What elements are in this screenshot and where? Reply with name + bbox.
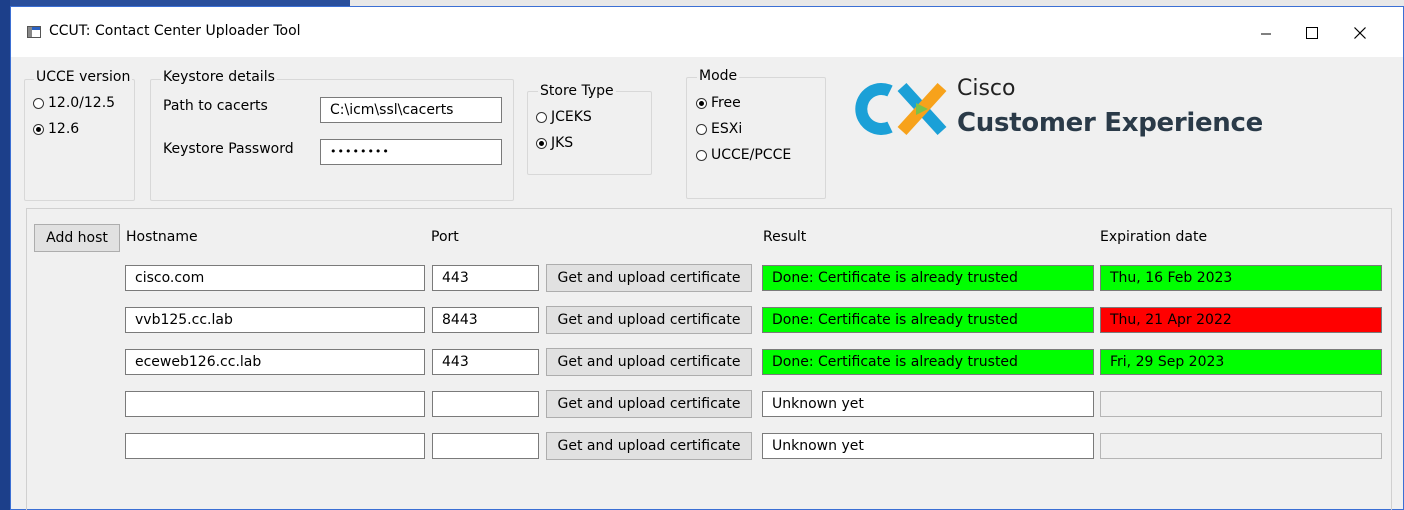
get-and-upload-certificate-button[interactable]: Get and upload certificate (546, 264, 752, 292)
port-input[interactable] (432, 391, 539, 417)
expiration-date-field (1100, 433, 1382, 459)
get-and-upload-certificate-button[interactable]: Get and upload certificate (546, 390, 752, 418)
result-field: Unknown yet (762, 433, 1094, 459)
mode-label: Mode (697, 68, 740, 84)
radio-label: UCCE/PCCE (711, 147, 792, 163)
ucce-version-label: UCCE version (34, 69, 133, 85)
mode-option-ucce-pcce[interactable]: UCCE/PCCE (696, 147, 791, 163)
get-and-upload-certificate-button[interactable]: Get and upload certificate (546, 306, 752, 334)
expiration-date-field: Thu, 16 Feb 2023 (1100, 265, 1382, 291)
result-column-header: Result (763, 229, 807, 245)
maximize-button[interactable] (1289, 17, 1335, 49)
radio-selected-icon (536, 137, 547, 149)
expiration-date-column-header: Expiration date (1100, 229, 1208, 245)
add-host-button[interactable]: Add host (34, 224, 120, 252)
radio-unselected-icon (33, 97, 44, 109)
radio-label: JKS (551, 135, 574, 151)
logo-cisco-text: Cisco (957, 76, 1016, 101)
mode-option-esxi[interactable]: ESXi (696, 121, 742, 137)
hostname-input[interactable] (125, 391, 425, 417)
hostname-input[interactable]: eceweb126.cc.lab (125, 349, 425, 375)
close-button[interactable] (1337, 17, 1383, 49)
cacerts-path-input[interactable]: C:\icm\ssl\cacerts (320, 97, 502, 123)
path-to-cacerts-label: Path to cacerts (163, 98, 268, 114)
hostname-input[interactable]: cisco.com (125, 265, 425, 291)
maximize-icon (1306, 27, 1318, 39)
ucce-version-option-12-0-12-5[interactable]: 12.0/12.5 (33, 95, 115, 111)
expiration-date-field (1100, 391, 1382, 417)
ucce-version-option-12-6[interactable]: 12.6 (33, 121, 79, 137)
store-type-label: Store Type (538, 83, 616, 99)
radio-label: 12.6 (48, 121, 80, 137)
radio-label: Free (711, 95, 741, 111)
keystore-password-label: Keystore Password (163, 141, 294, 157)
hostname-input[interactable]: vvb125.cc.lab (125, 307, 425, 333)
port-input[interactable]: 443 (432, 349, 539, 375)
port-input[interactable]: 8443 (432, 307, 539, 333)
result-field: Done: Certificate is already trusted (762, 307, 1094, 333)
radio-unselected-icon (696, 123, 707, 135)
store-type-group (527, 91, 652, 175)
result-field: Done: Certificate is already trusted (762, 349, 1094, 375)
result-field: Done: Certificate is already trusted (762, 265, 1094, 291)
hostname-column-header: Hostname (126, 229, 198, 245)
minimize-button[interactable] (1243, 17, 1289, 49)
radio-label: 12.0/12.5 (48, 95, 116, 111)
logo-customer-experience-text: Customer Experience (957, 108, 1263, 138)
radio-label: JCEKS (551, 109, 592, 125)
port-input[interactable]: 443 (432, 265, 539, 291)
desktop-background-left (0, 0, 10, 510)
radio-label: ESXi (711, 121, 743, 137)
hostname-input[interactable] (125, 433, 425, 459)
app-window-icon (27, 26, 41, 38)
store-type-option-jks[interactable]: JKS (536, 135, 573, 151)
result-field: Unknown yet (762, 391, 1094, 417)
mode-option-free[interactable]: Free (696, 95, 741, 111)
expiration-date-field: Thu, 21 Apr 2022 (1100, 307, 1382, 333)
minimize-icon (1261, 33, 1271, 35)
radio-unselected-icon (536, 111, 547, 123)
keystore-details-label: Keystore details (161, 69, 277, 85)
port-input[interactable] (432, 433, 539, 459)
window-title: CCUT: Contact Center Uploader Tool (49, 23, 301, 39)
port-column-header: Port (431, 229, 459, 245)
title-bar[interactable]: CCUT: Contact Center Uploader Tool (11, 7, 1403, 57)
close-icon (1354, 27, 1366, 39)
get-and-upload-certificate-button[interactable]: Get and upload certificate (546, 348, 752, 376)
store-type-option-jceks[interactable]: JCEKS (536, 109, 592, 125)
expiration-date-field: Fri, 29 Sep 2023 (1100, 349, 1382, 375)
keystore-password-input[interactable]: •••••••• (320, 139, 502, 165)
get-and-upload-certificate-button[interactable]: Get and upload certificate (546, 432, 752, 460)
radio-selected-icon (33, 123, 44, 135)
radio-unselected-icon (696, 149, 707, 161)
cisco-cx-logo-icon (855, 82, 947, 136)
radio-selected-icon (696, 97, 707, 109)
